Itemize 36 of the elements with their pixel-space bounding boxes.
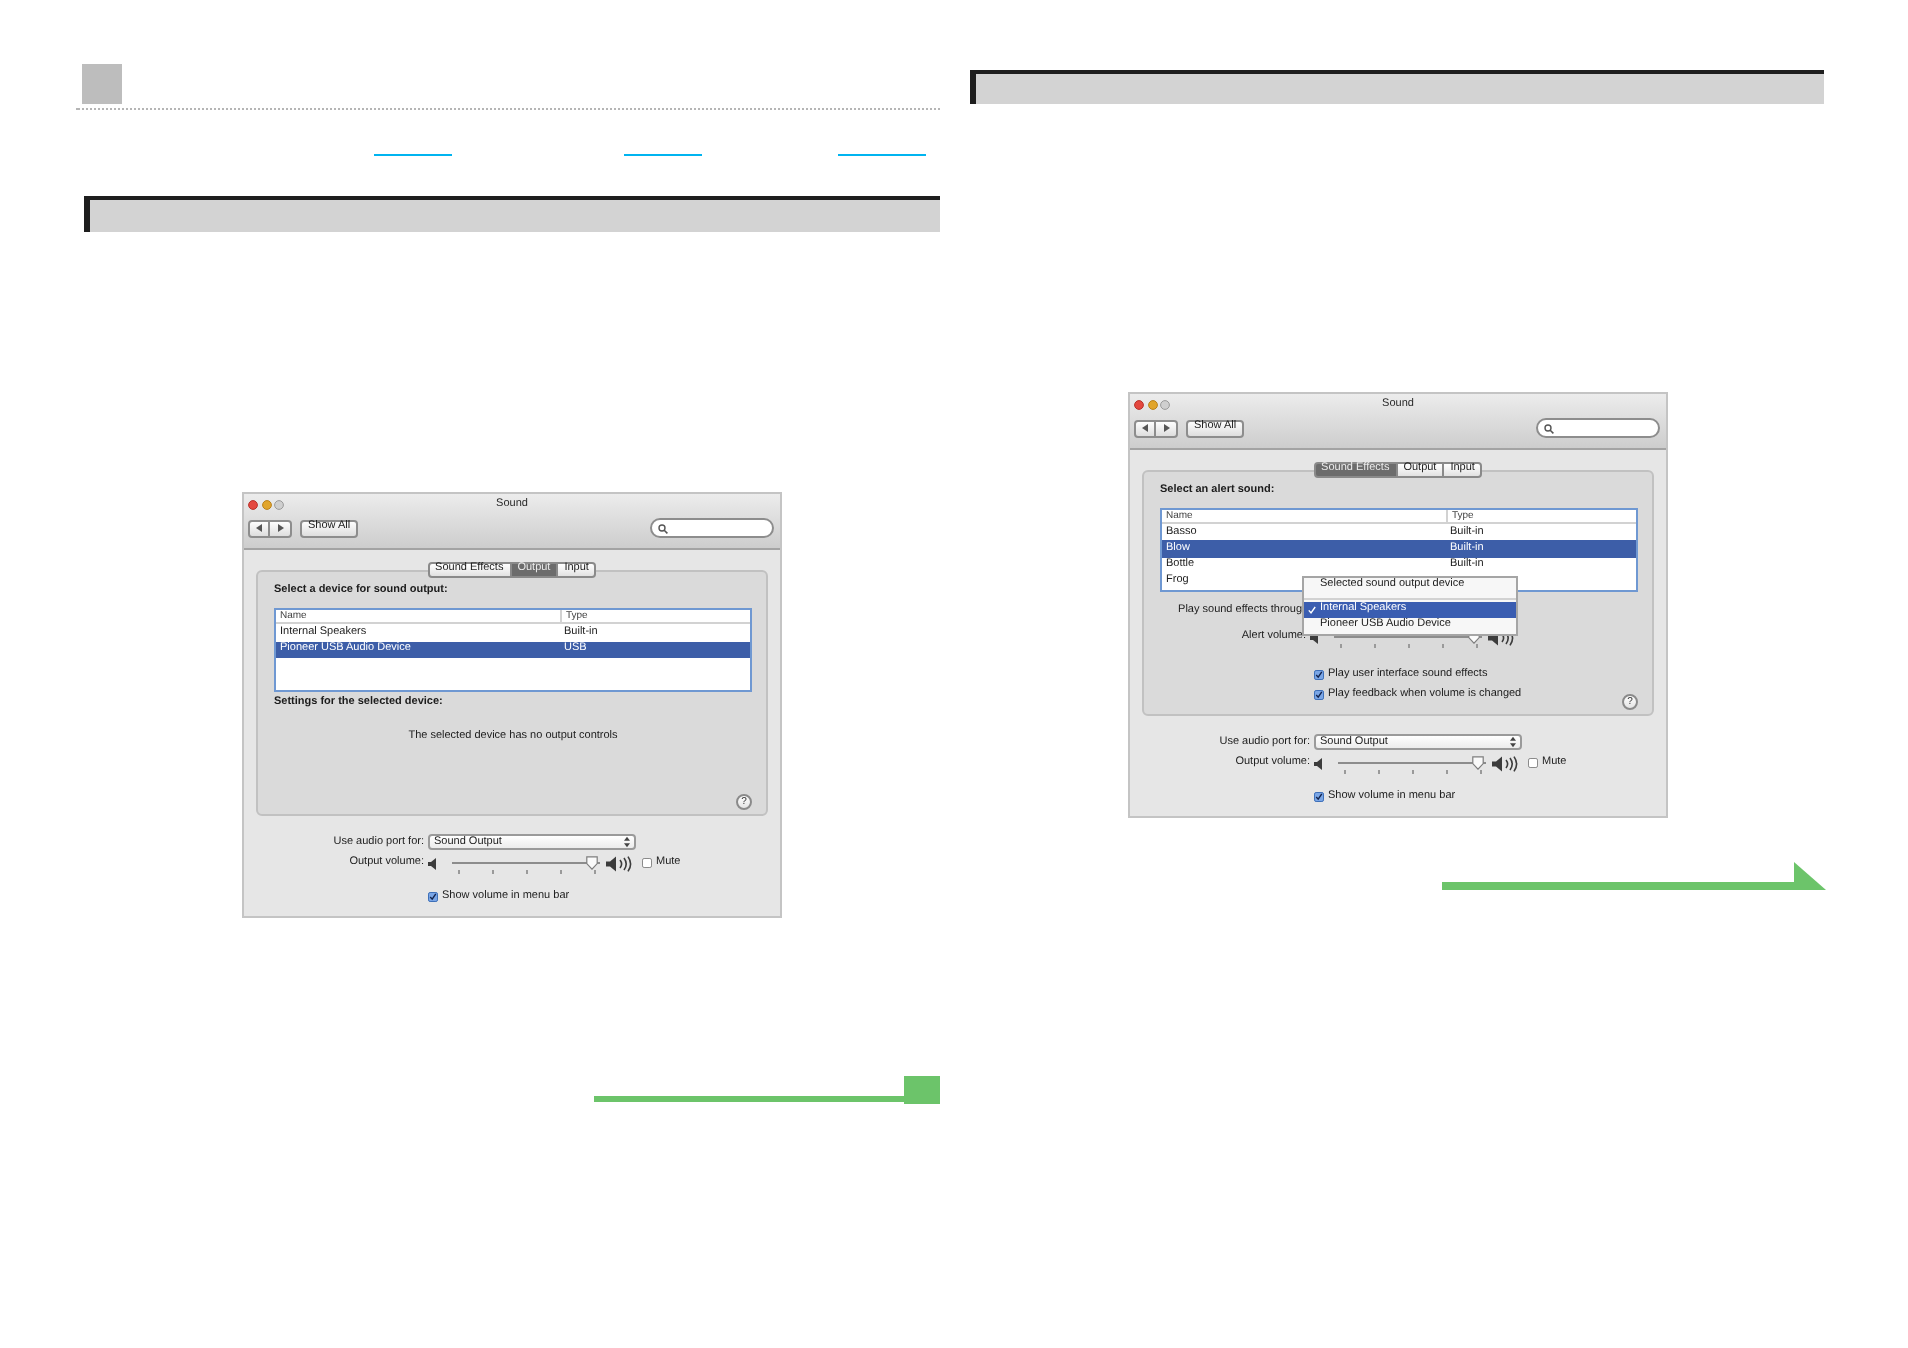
back-button[interactable] (1134, 419, 1156, 437)
speaker-icon (428, 857, 438, 869)
zoom-dot-icon[interactable] (274, 499, 284, 509)
search-icon (658, 523, 668, 533)
close-dot-icon[interactable] (248, 499, 258, 509)
close-dot-icon[interactable] (1134, 399, 1144, 409)
zoom-dot-icon[interactable] (1160, 399, 1170, 409)
speaker-icon (1314, 757, 1324, 769)
slider-thumb[interactable] (1472, 756, 1485, 770)
updown-arrows-icon (1510, 736, 1516, 748)
speaker-loud-icon (1492, 756, 1518, 772)
checkbox[interactable] (1314, 669, 1324, 679)
search-field[interactable] (650, 518, 774, 538)
link-underline (624, 154, 702, 156)
speaker-loud-icon (606, 856, 632, 872)
forward-button[interactable] (1156, 419, 1178, 437)
section-marker (82, 64, 122, 104)
link-underline (838, 154, 926, 156)
checkbox[interactable] (1314, 689, 1324, 699)
search-field[interactable] (1536, 418, 1660, 438)
left-triangle-icon (1142, 424, 1148, 432)
link-underline (374, 154, 452, 156)
forward-button[interactable] (270, 519, 292, 537)
checkbox[interactable] (428, 891, 438, 901)
left-triangle-icon (256, 524, 262, 532)
updown-arrows-icon (624, 836, 630, 848)
search-icon (1544, 423, 1554, 433)
right-triangle-icon (1163, 424, 1169, 432)
checkbox[interactable] (1528, 758, 1538, 768)
right-triangle-icon (277, 524, 283, 532)
checkbox[interactable] (1314, 791, 1324, 801)
checkbox[interactable] (642, 858, 652, 868)
minimize-dot-icon[interactable] (261, 499, 271, 509)
slider-thumb[interactable] (586, 856, 599, 870)
minimize-dot-icon[interactable] (1147, 399, 1157, 409)
back-button[interactable] (248, 519, 270, 537)
